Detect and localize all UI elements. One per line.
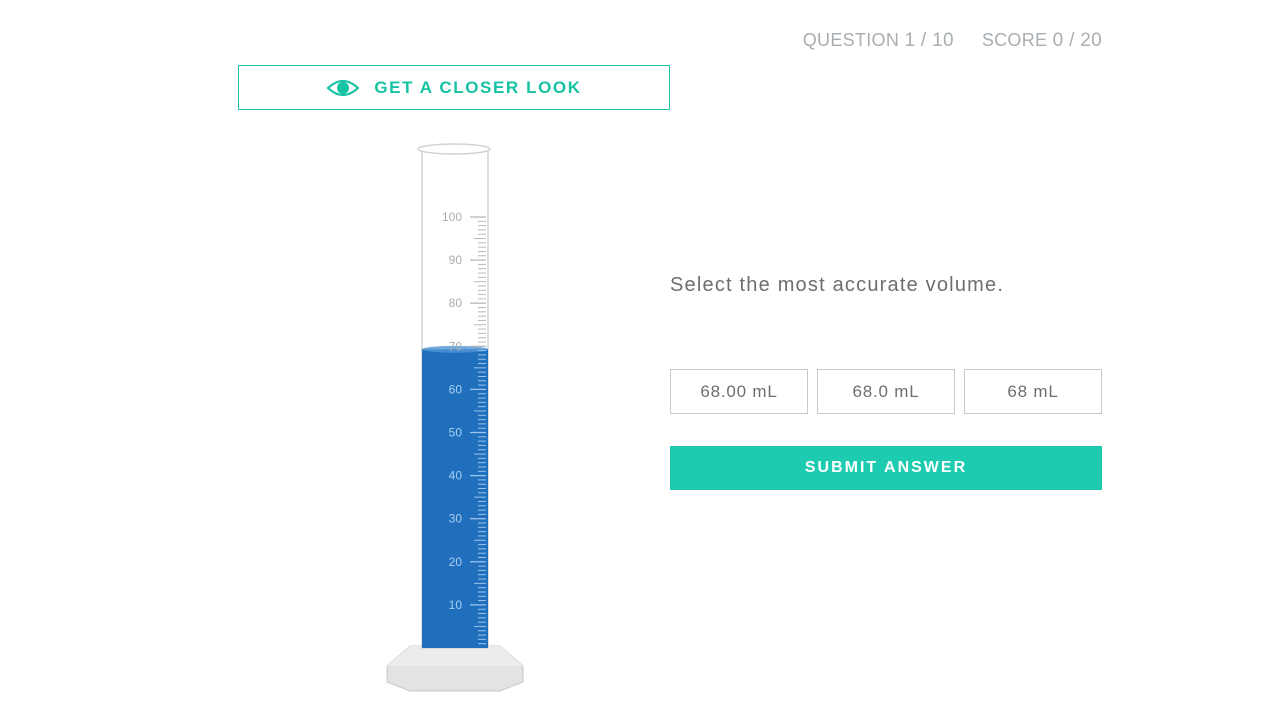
cylinder-rim	[417, 143, 491, 155]
question-label: QUESTION	[802, 30, 900, 50]
graduation-label: 100	[442, 210, 462, 224]
score-label: SCORE	[981, 30, 1048, 50]
score-value: 0 / 20	[1052, 30, 1102, 51]
graduation-label: 40	[449, 469, 463, 483]
graduation-label: 60	[449, 382, 463, 396]
eye-icon	[326, 77, 360, 99]
choice-68-00-ml[interactable]: 68.00 mL	[670, 369, 808, 414]
submit-answer-button[interactable]: SUBMIT ANSWER	[670, 446, 1102, 490]
question-prompt: Select the most accurate volume.	[670, 274, 1005, 296]
quiz-status: QUESTION 1 / 10 SCORE 0 / 20	[803, 30, 1102, 52]
graduation-label: 90	[449, 253, 463, 267]
graduation-label: 80	[449, 296, 463, 310]
choice-68-ml[interactable]: 68 mL	[964, 369, 1102, 414]
cylinder-base-top	[387, 646, 523, 666]
graduation-label: 70	[449, 339, 463, 353]
graduation-label: 30	[449, 512, 463, 526]
graduation-label: 20	[449, 555, 463, 569]
graduation-label: 10	[449, 598, 463, 612]
get-closer-look-label: GET A CLOSER LOOK	[374, 77, 582, 97]
question-counter: QUESTION 1 / 10	[803, 30, 954, 52]
get-closer-look-button[interactable]: GET A CLOSER LOOK	[238, 65, 670, 110]
graduation-label: 50	[449, 426, 463, 440]
question-value: 1 / 10	[904, 30, 954, 51]
graduated-cylinder: 100 90 80 70 60 50 40 30 20 10	[386, 143, 524, 692]
choice-68-0-ml[interactable]: 68.0 mL	[817, 369, 955, 414]
answer-choices: 68.00 mL 68.0 mL 68 mL	[670, 369, 1102, 414]
score-counter: SCORE 0 / 20	[982, 30, 1102, 52]
